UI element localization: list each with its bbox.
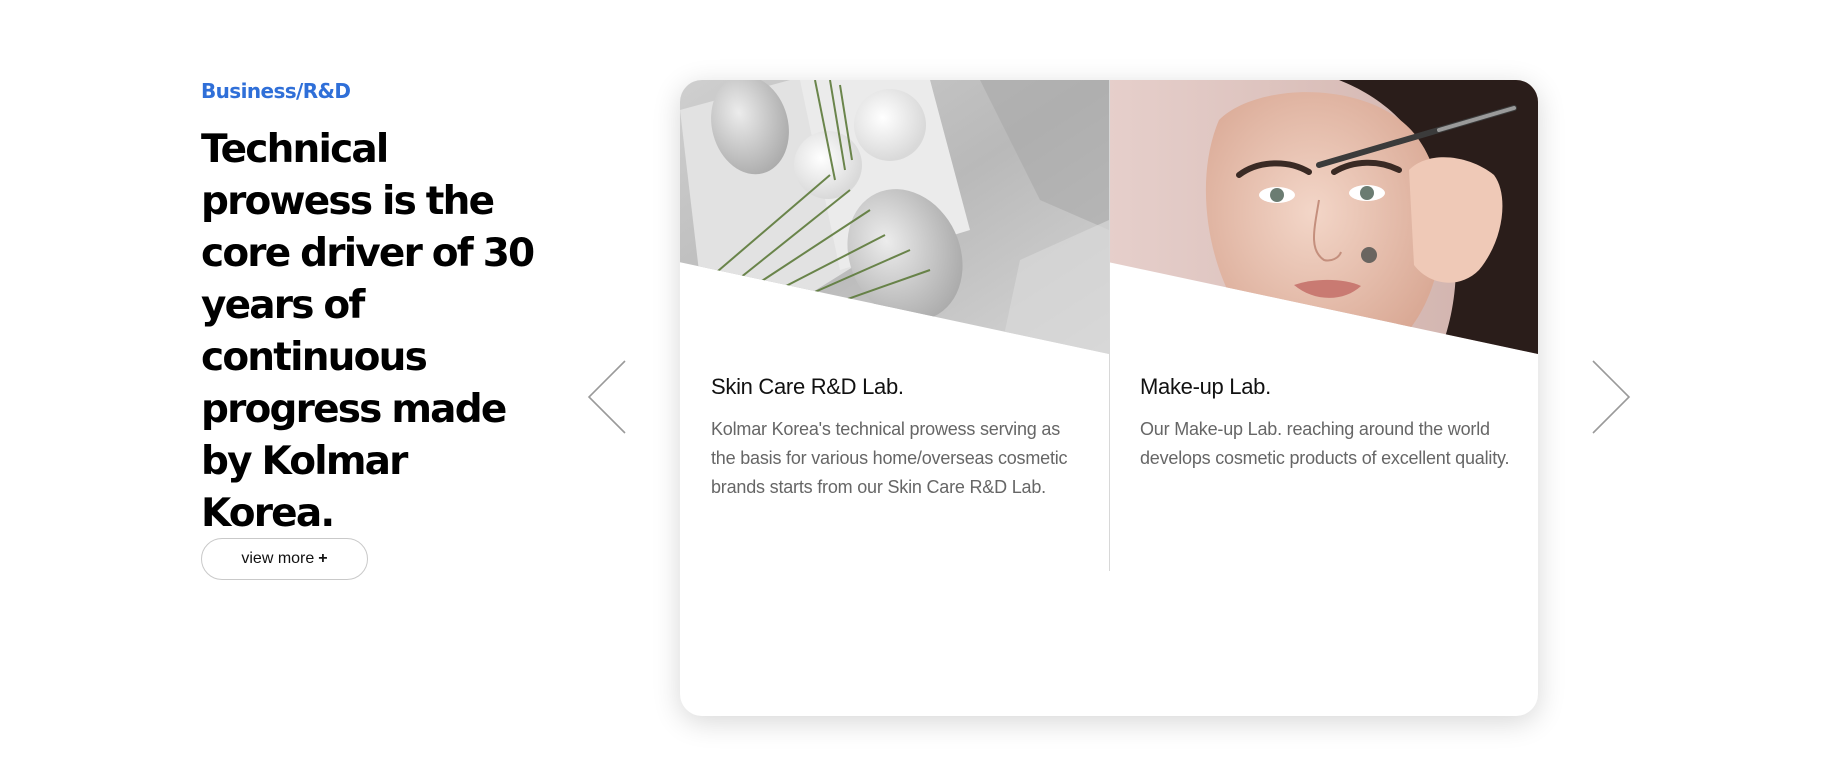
slider-next-button[interactable] [1591, 360, 1631, 434]
chevron-left-icon [587, 360, 626, 434]
skincare-card-body: Skin Care R&D Lab. Kolmar Korea's techni… [711, 365, 1083, 502]
makeup-lab-image [1109, 80, 1538, 354]
card-title: Skin Care R&D Lab. [711, 374, 904, 399]
card-title: Make-up Lab. [1140, 374, 1271, 399]
card-description: Kolmar Korea's technical prowess serving… [711, 419, 1068, 497]
view-more-label: view more [241, 550, 315, 567]
intro-column: Business/R&D Technical prowess is the co… [201, 76, 546, 540]
card-description: Our Make-up Lab. reaching around the wor… [1140, 419, 1510, 468]
lab-cards-slider: Skin Care R&D Lab. Kolmar Korea's techni… [680, 80, 1538, 716]
section-headline: Technical prowess is the core driver of … [201, 127, 535, 536]
chevron-right-icon [1592, 360, 1631, 434]
rnd-section: Business/R&D Technical prowess is the co… [0, 0, 1837, 780]
lab-card-skincare[interactable]: Skin Care R&D Lab. Kolmar Korea's techni… [680, 80, 1109, 716]
slider-prev-button[interactable] [587, 360, 627, 434]
skincare-lab-image [680, 80, 1109, 354]
makeup-card-body: Make-up Lab. Our Make-up Lab. reaching a… [1140, 365, 1512, 473]
section-eyebrow: Business/R&D [201, 79, 351, 103]
view-more-button[interactable]: view more + [201, 538, 368, 580]
lab-card-makeup[interactable]: Make-up Lab. Our Make-up Lab. reaching a… [1109, 80, 1538, 716]
plus-icon: + [318, 550, 328, 567]
